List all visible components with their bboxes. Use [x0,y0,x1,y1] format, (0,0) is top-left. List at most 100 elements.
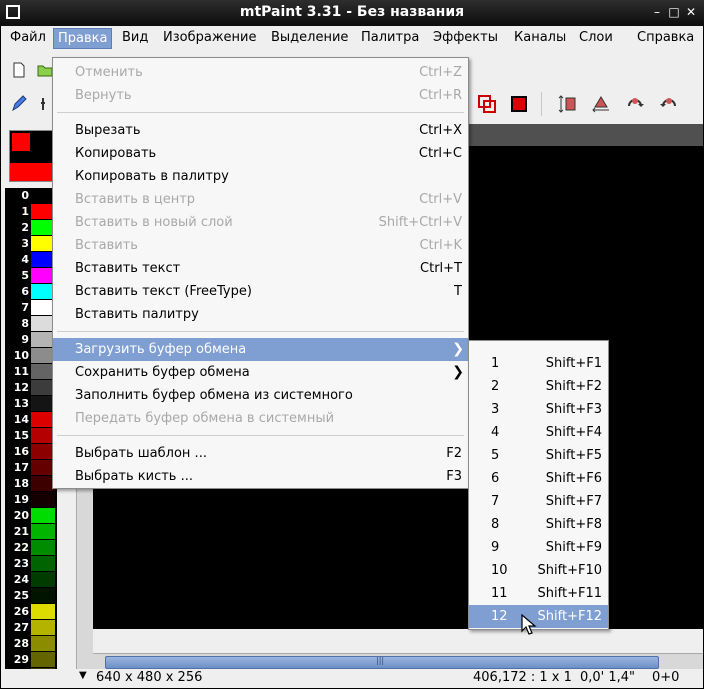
foreground-color[interactable] [12,133,30,151]
clipboard-slot-item[interactable]: 7 Shift+F7 [469,490,608,513]
rotate-clockwise-icon[interactable] [623,92,647,116]
palette-entry[interactable]: 0 [5,188,57,204]
edit-menu-item[interactable]: Загрузить буфер обмена ❯ [53,338,468,361]
palette-color[interactable] [31,556,55,571]
palette-entry[interactable]: 4 [5,252,57,268]
menu-image[interactable]: Изображение [159,28,260,49]
menu-edit[interactable]: Правка [53,28,113,49]
palette-entry[interactable]: 6 [5,284,57,300]
menu-item-label: Вырезать [75,123,141,138]
palette-entry[interactable]: 27 [5,620,57,636]
palette-entry[interactable]: 24 [5,572,57,588]
menu-palette[interactable]: Палитра [357,28,423,49]
palette-entry[interactable]: 8 [5,316,57,332]
clipboard-slot-accelerator: Shift+F1 [545,356,602,371]
clipboard-slot-item[interactable]: 8 Shift+F8 [469,513,608,536]
palette-entry[interactable]: 5 [5,268,57,284]
flip-vertical-icon[interactable] [555,92,579,116]
palette-entry[interactable]: 16 [5,444,57,460]
pencil-icon[interactable] [7,92,31,116]
status-dropdown-icon[interactable]: ▼ [79,670,87,681]
palette-color[interactable] [31,540,55,555]
palette-index: 6 [21,285,29,298]
palette-entry[interactable]: 13 [5,396,57,412]
palette-index: 5 [21,269,29,282]
palette-entry[interactable]: 14 [5,412,57,428]
maximize-button[interactable]: □ [667,5,681,19]
palette-color[interactable] [31,636,55,651]
palette-entry[interactable]: 28 [5,636,57,652]
palette-color[interactable] [31,524,55,539]
rotate-counterclockwise-icon[interactable] [657,92,681,116]
edit-menu-item[interactable]: Выбрать шаблон ... F2 [53,442,468,465]
palette-entry[interactable]: 11 [5,364,57,380]
palette-entry[interactable]: 25 [5,588,57,604]
menu-channels[interactable]: Каналы [510,28,570,49]
palette-entry[interactable]: 10 [5,348,57,364]
palette-color[interactable] [31,572,55,587]
edit-menu-item[interactable]: Вставить палитру [53,303,468,326]
color-swatch[interactable] [9,130,55,182]
edit-menu-item[interactable]: Вставить текст (FreeType) T [53,280,468,303]
clipboard-slot-number: 11 [491,586,508,601]
flip-horizontal-icon[interactable] [589,92,613,116]
palette-entry[interactable]: 3 [5,236,57,252]
palette-color[interactable] [31,604,55,619]
palette-color[interactable] [31,492,55,507]
palette-entry[interactable]: 29 [5,652,57,668]
edit-menu-item[interactable]: Вставить текст Ctrl+T [53,257,468,280]
palette-entry[interactable]: 22 [5,540,57,556]
edit-menu-item[interactable]: Заполнить буфер обмена из системного [53,384,468,407]
edit-menu-item[interactable]: Вырезать Ctrl+X [53,119,468,142]
palette-entry[interactable]: 2 [5,220,57,236]
select-rectangle-icon[interactable] [475,92,499,116]
clipboard-slot-item[interactable]: 6 Shift+F6 [469,467,608,490]
palette-color[interactable] [31,620,55,635]
palette-entry[interactable]: 1 [5,204,57,220]
palette-entry[interactable]: 17 [5,460,57,476]
palette-entry[interactable]: 20 [5,508,57,524]
edit-menu-item[interactable]: Копировать в палитру [53,165,468,188]
fill-rectangle-icon[interactable] [507,92,531,116]
palette-entry[interactable]: 21 [5,524,57,540]
title-bar[interactable]: mtPaint 3.31 - Без названия – □ ✕ [0,0,704,26]
menu-file[interactable]: Файл [6,28,50,49]
palette-entry[interactable]: 7 [5,300,57,316]
menu-layers[interactable]: Слои [575,28,617,49]
palette-color[interactable] [31,652,55,667]
menu-effects[interactable]: Эффекты [429,28,502,49]
clipboard-slot-item[interactable]: 2 Shift+F2 [469,375,608,398]
edit-menu-item[interactable]: Выбрать кисть ... F3 [53,465,468,488]
edit-menu-item: Вернуть Ctrl+R [53,84,468,107]
clipboard-slot-item[interactable]: 1 Shift+F1 [469,352,608,375]
clipboard-slot-item[interactable]: 12 Shift+F12 [469,605,608,628]
menu-item-label: Вставить в новый слой [75,215,233,230]
clipboard-slot-item[interactable]: 10 Shift+F10 [469,559,608,582]
menu-item-label: Отменить [75,65,143,80]
close-button[interactable]: ✕ [684,5,698,19]
menu-selection[interactable]: Выделение [267,28,352,49]
palette-entry[interactable]: 12 [5,380,57,396]
palette-color[interactable] [31,588,55,603]
clipboard-slot-number: 8 [491,517,500,532]
clipboard-slot-item[interactable]: 5 Shift+F5 [469,444,608,467]
edit-menu-item[interactable]: Копировать Ctrl+C [53,142,468,165]
palette-entry[interactable]: 26 [5,604,57,620]
minimize-button[interactable]: – [650,5,664,19]
palette-entry[interactable]: 23 [5,556,57,572]
clipboard-slot-item[interactable]: 9 Shift+F9 [469,536,608,559]
palette-entry[interactable]: 19 [5,492,57,508]
clipboard-slot-item[interactable]: 4 Shift+F4 [469,421,608,444]
new-file-icon[interactable] [7,58,31,82]
clipboard-slot-item[interactable]: 11 Shift+F11 [469,582,608,605]
menu-help[interactable]: Справка [633,28,698,49]
palette-entry[interactable]: 9 [5,332,57,348]
menu-item-accelerator: Ctrl+Z [419,65,462,80]
clipboard-slot-item[interactable]: 3 Shift+F3 [469,398,608,421]
status-cursor-pos: 406,172 : 1 x 1 [473,670,572,685]
palette-color[interactable] [31,508,55,523]
edit-menu-item[interactable]: Сохранить буфер обмена ❯ [53,361,468,384]
palette-entry[interactable]: 18 [5,476,57,492]
menu-view[interactable]: Вид [118,28,152,49]
palette-entry[interactable]: 15 [5,428,57,444]
